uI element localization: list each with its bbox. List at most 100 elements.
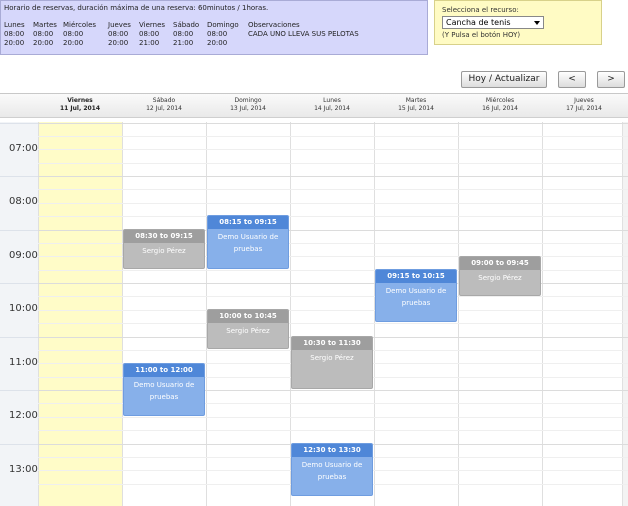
gutter-gridline <box>0 443 38 445</box>
observations-text: CADA UNO LLEVA SUS PELOTAS <box>248 30 359 38</box>
next-week-button[interactable]: > <box>597 71 625 88</box>
day-header-date: 16 Jul, 2014 <box>482 105 518 112</box>
day-header-domingo[interactable]: Domingo 13 Jul, 2014 <box>206 97 290 113</box>
reservation-event[interactable]: 10:30 to 11:30 Sergio Pérez <box>291 335 373 390</box>
schedule-day-close: 20:00 <box>33 39 54 47</box>
reservation-event[interactable]: 09:15 to 10:15 Demo Usuario de pruebas <box>375 268 457 323</box>
reservation-event[interactable]: 12:30 to 13:30 Demo Usuario de pruebas <box>291 442 373 497</box>
quarter-gridline <box>38 323 628 325</box>
schedule-day-close: 21:00 <box>173 39 194 47</box>
schedule-day-open: 08:00 <box>139 30 160 38</box>
resource-selector-panel: Selecciona el recurso: Cancha de tenis (… <box>434 0 602 45</box>
resource-hint: (Y Pulsa el botón HOY) <box>442 31 521 39</box>
gutter-gridline <box>0 390 38 391</box>
gutter-gridline <box>0 283 38 284</box>
event-title: Demo Usuario de pruebas <box>217 233 279 254</box>
day-header-date: 11 Jul, 2014 <box>59 105 101 112</box>
event-title: Sergio Pérez <box>310 353 354 362</box>
schedule-day-close: 20:00 <box>4 39 25 47</box>
schedule-day-name: Miércoles <box>63 21 97 29</box>
week-calendar: Viernes 11 Jul, 2014 Sábado 12 Jul, 2014… <box>0 93 628 506</box>
hour-label: 13:00 <box>9 463 38 475</box>
event-title: Sergio Pérez <box>226 327 270 335</box>
day-header-name: Miércoles <box>485 97 515 104</box>
gutter-gridline <box>0 229 38 231</box>
observations-label: Observaciones <box>248 21 300 29</box>
schedule-day-close: 20:00 <box>108 39 129 47</box>
quarter-gridline <box>38 149 628 151</box>
event-title: Demo Usuario de pruebas <box>133 380 195 401</box>
hour-gridline <box>38 176 628 177</box>
schedule-day-name: Sábado <box>173 21 200 29</box>
schedule-day-martes: Martes 08:00 20:00 <box>33 21 57 48</box>
schedule-day-name: Martes <box>33 21 57 29</box>
schedule-day-open: 08:00 <box>33 30 54 38</box>
schedule-day-miercoles: Miércoles 08:00 20:00 <box>63 21 96 48</box>
day-header-miercoles[interactable]: Miércoles 16 Jul, 2014 <box>458 97 542 113</box>
day-header-sabado[interactable]: Sábado 12 Jul, 2014 <box>122 97 206 113</box>
schedule-day-name: Domingo <box>207 21 239 29</box>
event-title: Demo Usuario de pruebas <box>385 286 447 307</box>
day-header-name: Jueves <box>574 97 594 104</box>
quarter-gridline <box>38 162 628 164</box>
reservation-event[interactable]: 11:00 to 12:00 Demo Usuario de pruebas <box>123 362 205 416</box>
day-header-jueves[interactable]: Jueves 17 Jul, 2014 <box>542 97 626 113</box>
day-header-name: Viernes <box>67 97 93 104</box>
quarter-gridline <box>38 216 628 218</box>
schedule-day-open: 08:00 <box>108 30 129 38</box>
event-time-label: 12:30 to 13:30 <box>292 443 372 457</box>
schedule-observations: Observaciones CADA UNO LLEVA SUS PELOTAS <box>248 21 359 39</box>
calendar-scrollbar[interactable] <box>622 122 628 506</box>
day-column-viernes[interactable] <box>38 122 122 506</box>
day-header-name: Martes <box>405 97 427 104</box>
hour-gridline <box>38 122 628 124</box>
schedule-day-sabado: Sábado 08:00 21:00 <box>173 21 199 48</box>
reservation-event[interactable]: 10:00 to 10:45 Sergio Pérez <box>207 309 289 350</box>
day-header-viernes[interactable]: Viernes 11 Jul, 2014 <box>38 97 122 113</box>
schedule-day-open: 08:00 <box>63 30 84 38</box>
day-header-name: Sábado <box>152 97 176 104</box>
event-time-label: 08:15 to 09:15 <box>208 216 288 230</box>
day-column-jueves[interactable] <box>542 122 622 506</box>
hour-label: 11:00 <box>9 356 38 368</box>
gutter-gridline <box>0 336 38 338</box>
quarter-gridline <box>38 430 628 432</box>
schedule-day-jueves: Jueves 08:00 20:00 <box>108 21 131 48</box>
schedule-day-close: 21:00 <box>139 39 160 47</box>
day-header-name: Domingo <box>234 97 262 104</box>
day-header-date: 14 Jul, 2014 <box>314 105 350 112</box>
day-header-name: Lunes <box>323 97 341 104</box>
hour-label: 07:00 <box>9 142 38 154</box>
day-column-miercoles[interactable] <box>458 122 542 506</box>
chevron-down-icon <box>534 21 540 25</box>
day-header-martes[interactable]: Martes 15 Jul, 2014 <box>374 97 458 113</box>
day-header-date: 17 Jul, 2014 <box>566 105 602 112</box>
event-time-label: 08:30 to 09:15 <box>124 229 204 243</box>
reservation-event[interactable]: 08:15 to 09:15 Demo Usuario de pruebas <box>207 215 289 269</box>
resource-selected-value: Cancha de tenis <box>446 18 511 27</box>
schedule-day-name: Lunes <box>4 21 25 29</box>
day-header-date: 12 Jul, 2014 <box>146 105 182 112</box>
gutter-gridline <box>0 122 38 124</box>
schedule-day-open: 08:00 <box>207 30 228 38</box>
reservation-event[interactable]: 09:00 to 09:45 Sergio Pérez <box>459 255 541 296</box>
gutter-gridline <box>0 176 38 177</box>
resource-label: Selecciona el recurso: <box>442 6 519 14</box>
hour-label: 12:00 <box>9 410 38 421</box>
day-column-sabado[interactable] <box>122 122 206 506</box>
hour-label: 10:00 <box>9 303 38 314</box>
prev-week-button[interactable]: < <box>558 71 586 88</box>
today-refresh-button[interactable]: Hoy / Actualizar <box>461 71 547 88</box>
time-grid: 07:00 08:00 09:00 10:00 11:00 12:00 13:00 08:30… <box>0 122 628 506</box>
reservation-event[interactable]: 08:30 to 09:15 Sergio Pérez <box>123 228 205 269</box>
schedule-day-close: 20:00 <box>207 39 228 47</box>
hour-label: 09:00 <box>9 249 38 261</box>
event-time-label: 10:00 to 10:45 <box>208 310 288 323</box>
event-time-label: 11:00 to 12:00 <box>124 363 204 377</box>
event-title: Demo Usuario de pruebas <box>301 460 363 481</box>
day-header-lunes[interactable]: Lunes 14 Jul, 2014 <box>290 97 374 113</box>
schedule-day-lunes: Lunes 08:00 20:00 <box>4 21 25 48</box>
resource-select[interactable]: Cancha de tenis <box>442 16 544 29</box>
schedule-day-domingo: Domingo 08:00 20:00 <box>207 21 239 48</box>
schedule-day-close: 20:00 <box>63 39 84 47</box>
